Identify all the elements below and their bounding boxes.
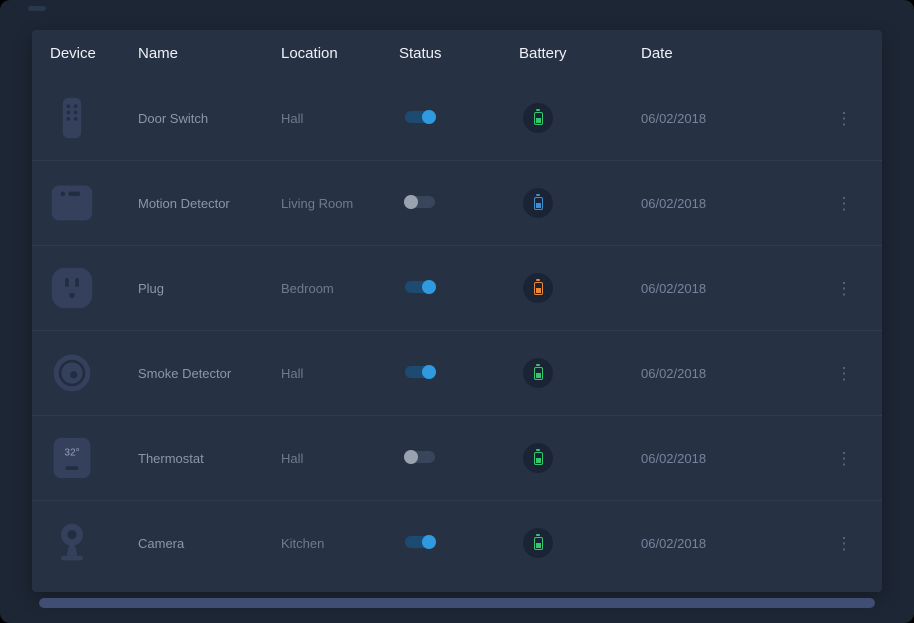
device-name: Plug — [138, 281, 281, 296]
window-accent-dash — [28, 6, 46, 11]
device-name: Smoke Detector — [138, 366, 281, 381]
status-toggle[interactable] — [405, 196, 435, 208]
device-date: 06/02/2018 — [641, 281, 824, 296]
device-icon-cell — [50, 351, 138, 395]
table-row: Smoke Detector Hall 06/02/2018 ⋮ — [32, 330, 882, 415]
table-row: Plug Bedroom 06/02/2018 ⋮ — [32, 245, 882, 330]
status-toggle[interactable] — [405, 111, 435, 123]
device-icon-cell — [50, 436, 138, 480]
battery-icon — [534, 452, 543, 465]
motion-icon — [50, 181, 94, 225]
row-menu-button[interactable]: ⋮ — [830, 191, 859, 216]
device-location: Hall — [281, 366, 399, 381]
device-date: 06/02/2018 — [641, 536, 824, 551]
status-cell — [399, 281, 519, 296]
device-icon-cell — [50, 266, 138, 310]
column-header-battery: Battery — [519, 45, 641, 62]
device-name: Camera — [138, 536, 281, 551]
device-table-card: Device Name Location Status Battery Date… — [32, 30, 882, 592]
battery-badge — [523, 103, 553, 133]
status-cell — [399, 111, 519, 126]
battery-icon — [534, 112, 543, 125]
battery-badge — [523, 443, 553, 473]
battery-cell — [519, 273, 641, 303]
status-toggle[interactable] — [405, 366, 435, 378]
battery-cell — [519, 443, 641, 473]
plug-icon — [50, 266, 94, 310]
table-row: Thermostat Hall 06/02/2018 ⋮ — [32, 415, 882, 500]
table-row: Camera Kitchen 06/02/2018 ⋮ — [32, 500, 882, 585]
camera-icon — [50, 521, 94, 565]
thermostat-icon — [50, 436, 94, 480]
device-date: 06/02/2018 — [641, 196, 824, 211]
battery-icon — [534, 537, 543, 550]
device-location: Hall — [281, 111, 399, 126]
device-location: Hall — [281, 451, 399, 466]
remote-icon — [50, 96, 94, 140]
device-name: Door Switch — [138, 111, 281, 126]
toggle-knob — [422, 110, 436, 124]
device-date: 06/02/2018 — [641, 366, 824, 381]
row-menu-button[interactable]: ⋮ — [830, 361, 859, 386]
battery-cell — [519, 358, 641, 388]
status-toggle[interactable] — [405, 451, 435, 463]
column-header-device: Device — [50, 45, 138, 62]
battery-badge — [523, 528, 553, 558]
column-header-location: Location — [281, 45, 399, 62]
table-row: Motion Detector Living Room 06/02/2018 ⋮ — [32, 160, 882, 245]
device-date: 06/02/2018 — [641, 111, 824, 126]
bottom-panel-edge — [39, 598, 875, 608]
battery-badge — [523, 188, 553, 218]
column-header-status: Status — [399, 45, 519, 62]
battery-icon — [534, 197, 543, 210]
status-cell — [399, 196, 519, 211]
status-toggle[interactable] — [405, 536, 435, 548]
battery-cell — [519, 103, 641, 133]
battery-badge — [523, 273, 553, 303]
status-cell — [399, 451, 519, 466]
status-cell — [399, 536, 519, 551]
battery-icon — [534, 367, 543, 380]
toggle-knob — [404, 450, 418, 464]
device-location: Bedroom — [281, 281, 399, 296]
device-icon-cell — [50, 96, 138, 140]
device-icon-cell — [50, 181, 138, 225]
toggle-knob — [422, 365, 436, 379]
device-date: 06/02/2018 — [641, 451, 824, 466]
toggle-knob — [404, 195, 418, 209]
toggle-knob — [422, 535, 436, 549]
row-menu-button[interactable]: ⋮ — [830, 531, 859, 556]
column-header-date: Date — [641, 45, 824, 62]
status-cell — [399, 366, 519, 381]
status-toggle[interactable] — [405, 281, 435, 293]
battery-badge — [523, 358, 553, 388]
table-header: Device Name Location Status Battery Date — [32, 30, 882, 76]
battery-cell — [519, 188, 641, 218]
device-name: Thermostat — [138, 451, 281, 466]
table-body: Door Switch Hall 06/02/2018 ⋮ Motion Det… — [32, 76, 882, 585]
app-window: Device Name Location Status Battery Date… — [0, 0, 914, 623]
column-header-name: Name — [138, 45, 281, 62]
device-name: Motion Detector — [138, 196, 281, 211]
row-menu-button[interactable]: ⋮ — [830, 106, 859, 131]
battery-icon — [534, 282, 543, 295]
smoke-icon — [50, 351, 94, 395]
table-row: Door Switch Hall 06/02/2018 ⋮ — [32, 76, 882, 160]
row-menu-button[interactable]: ⋮ — [830, 276, 859, 301]
device-location: Kitchen — [281, 536, 399, 551]
battery-cell — [519, 528, 641, 558]
toggle-knob — [422, 280, 436, 294]
device-location: Living Room — [281, 196, 399, 211]
device-icon-cell — [50, 521, 138, 565]
row-menu-button[interactable]: ⋮ — [830, 446, 859, 471]
